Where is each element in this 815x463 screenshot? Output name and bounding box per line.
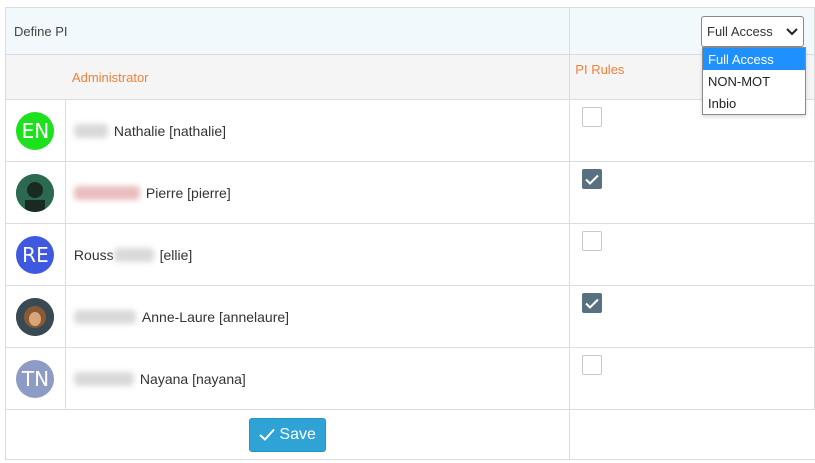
pi-rule-checkbox[interactable] (582, 107, 603, 127)
dropdown-option-full-access[interactable]: Full Access (703, 48, 805, 70)
pi-rule-cell (570, 162, 815, 223)
redacted-surname (73, 309, 136, 324)
photo-avatar-icon (16, 173, 55, 212)
avatar-initials: RE (22, 242, 49, 267)
user-name-cell: Rouss [ellie] (66, 224, 571, 285)
redacted-surname (73, 371, 134, 386)
save-button-label: Save (279, 425, 316, 443)
access-level-select[interactable]: Full Access (701, 15, 804, 47)
pi-rule-cell (570, 348, 815, 409)
avatar (16, 297, 55, 336)
pi-rule-checkbox[interactable] (582, 293, 603, 313)
column-headers: Administrator PI Rules (6, 55, 815, 100)
access-level-dropdown: Full Access NON-MOT Inbio (702, 47, 806, 115)
redacted-surname (113, 247, 154, 262)
avatar-initials: EN (21, 118, 50, 143)
pi-rule-checkbox[interactable] (582, 231, 603, 251)
check-icon (585, 174, 600, 185)
avatar-cell: EN (6, 100, 66, 161)
table-header: Define PI Full Access (6, 7, 815, 55)
access-level-select-value: Full Access (707, 23, 773, 39)
table-row: EN Nathalie [nathalie] (6, 100, 815, 162)
check-icon (585, 298, 600, 309)
table-row: Anne-Laure [annelaure] (6, 286, 815, 348)
avatar-initials: TN (21, 366, 50, 391)
table-footer: Save (6, 410, 815, 460)
user-name-cell: Nayana [nayana] (66, 348, 571, 409)
user-name: Anne-Laure [annelaure] (141, 308, 290, 325)
avatar-cell (6, 286, 66, 347)
table-row: Pierre [pierre] (6, 162, 815, 224)
save-cell: Save (6, 410, 571, 459)
table-row: TN Nayana [nayana] (6, 348, 815, 410)
table-row: RE Rouss [ellie] (6, 224, 815, 286)
user-name-cell: Nathalie [nathalie] (66, 100, 571, 161)
avatar: EN (16, 111, 55, 150)
avatar-cell (6, 162, 66, 223)
administrator-column-header: Administrator (66, 55, 571, 99)
pi-rule-checkbox[interactable] (582, 169, 603, 189)
pi-rule-cell (570, 286, 815, 347)
user-name-cell: Anne-Laure [annelaure] (66, 286, 571, 347)
avatar: TN (16, 359, 55, 398)
user-name-cell: Pierre [pierre] (66, 162, 571, 223)
dropdown-option-non-mot[interactable]: NON-MOT (703, 70, 805, 92)
user-name: Nayana [nayana] (139, 370, 246, 387)
user-name-prefix: Rouss (73, 246, 114, 263)
avatar (16, 173, 55, 212)
avatar: RE (16, 235, 55, 274)
pi-rule-cell (570, 224, 815, 285)
avatar-cell: TN (6, 348, 66, 409)
pi-rules-table: Define PI Full Access Administrator PI R… (5, 7, 815, 460)
user-name: [ellie] (159, 246, 193, 263)
user-name: Nathalie [nathalie] (113, 122, 226, 139)
chevron-down-icon (786, 24, 798, 39)
photo-avatar-icon (16, 297, 55, 336)
redacted-surname (73, 123, 108, 138)
user-name: Pierre [pierre] (145, 184, 231, 201)
avatar-cell: RE (6, 224, 66, 285)
dropdown-option-inbio[interactable]: Inbio (703, 92, 805, 114)
check-icon (259, 428, 276, 441)
footer-empty-cell (570, 410, 815, 459)
redacted-surname (73, 185, 140, 200)
avatar-column-header (6, 55, 66, 99)
pi-rule-checkbox[interactable] (582, 355, 603, 375)
page-title: Define PI (6, 8, 571, 54)
save-button[interactable]: Save (249, 417, 326, 452)
